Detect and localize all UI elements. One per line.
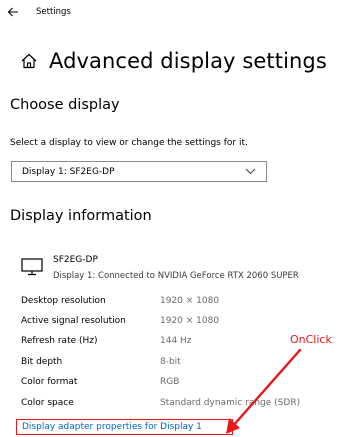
chevron-down-icon	[245, 168, 256, 175]
info-row: Color space Standard dynamic range (SDR)	[21, 398, 341, 412]
page-title: Advanced display settings	[49, 49, 327, 73]
info-row: Color format RGB	[21, 377, 341, 391]
app-title: Settings	[36, 7, 71, 17]
display-select-value: Display 1: SF2EG-DP	[22, 166, 115, 177]
monitor-connection: Display 1: Connected to NVIDIA GeForce R…	[53, 271, 299, 281]
page-header: Advanced display settings	[20, 46, 327, 76]
info-value: Standard dynamic range (SDR)	[160, 398, 301, 408]
display-select[interactable]: Display 1: SF2EG-DP	[11, 161, 267, 182]
info-value: 144 Hz	[160, 336, 192, 346]
info-label: Refresh rate (Hz)	[21, 336, 98, 346]
monitor-name: SF2EG-DP	[53, 255, 98, 265]
info-row: Active signal resolution 1920 × 1080	[21, 316, 341, 330]
annotation-label: OnClick	[290, 333, 332, 346]
home-icon	[21, 53, 37, 69]
display-information-heading: Display information	[10, 208, 152, 224]
info-label: Color format	[21, 377, 78, 387]
info-row: Desktop resolution 1920 × 1080	[21, 296, 341, 310]
info-label: Desktop resolution	[21, 296, 106, 306]
monitor-info: SF2EG-DP Display 1: Connected to NVIDIA …	[21, 255, 341, 291]
back-button[interactable]	[4, 3, 22, 21]
info-value: 1920 × 1080	[160, 296, 220, 306]
choose-display-description: Select a display to view or change the s…	[10, 138, 248, 148]
back-arrow-icon	[7, 7, 18, 17]
info-label: Color space	[21, 398, 74, 408]
info-value: 1920 × 1080	[160, 316, 220, 326]
monitor-icon	[21, 258, 43, 276]
info-row: Bit depth 8-bit	[21, 357, 341, 371]
display-adapter-properties-link[interactable]: Display adapter properties for Display 1	[16, 419, 233, 435]
info-label: Bit depth	[21, 357, 63, 367]
info-value: RGB	[160, 377, 180, 387]
info-value: 8-bit	[160, 357, 181, 367]
title-bar: Settings	[0, 0, 341, 28]
choose-display-heading: Choose display	[10, 97, 120, 113]
info-label: Active signal resolution	[21, 316, 126, 326]
